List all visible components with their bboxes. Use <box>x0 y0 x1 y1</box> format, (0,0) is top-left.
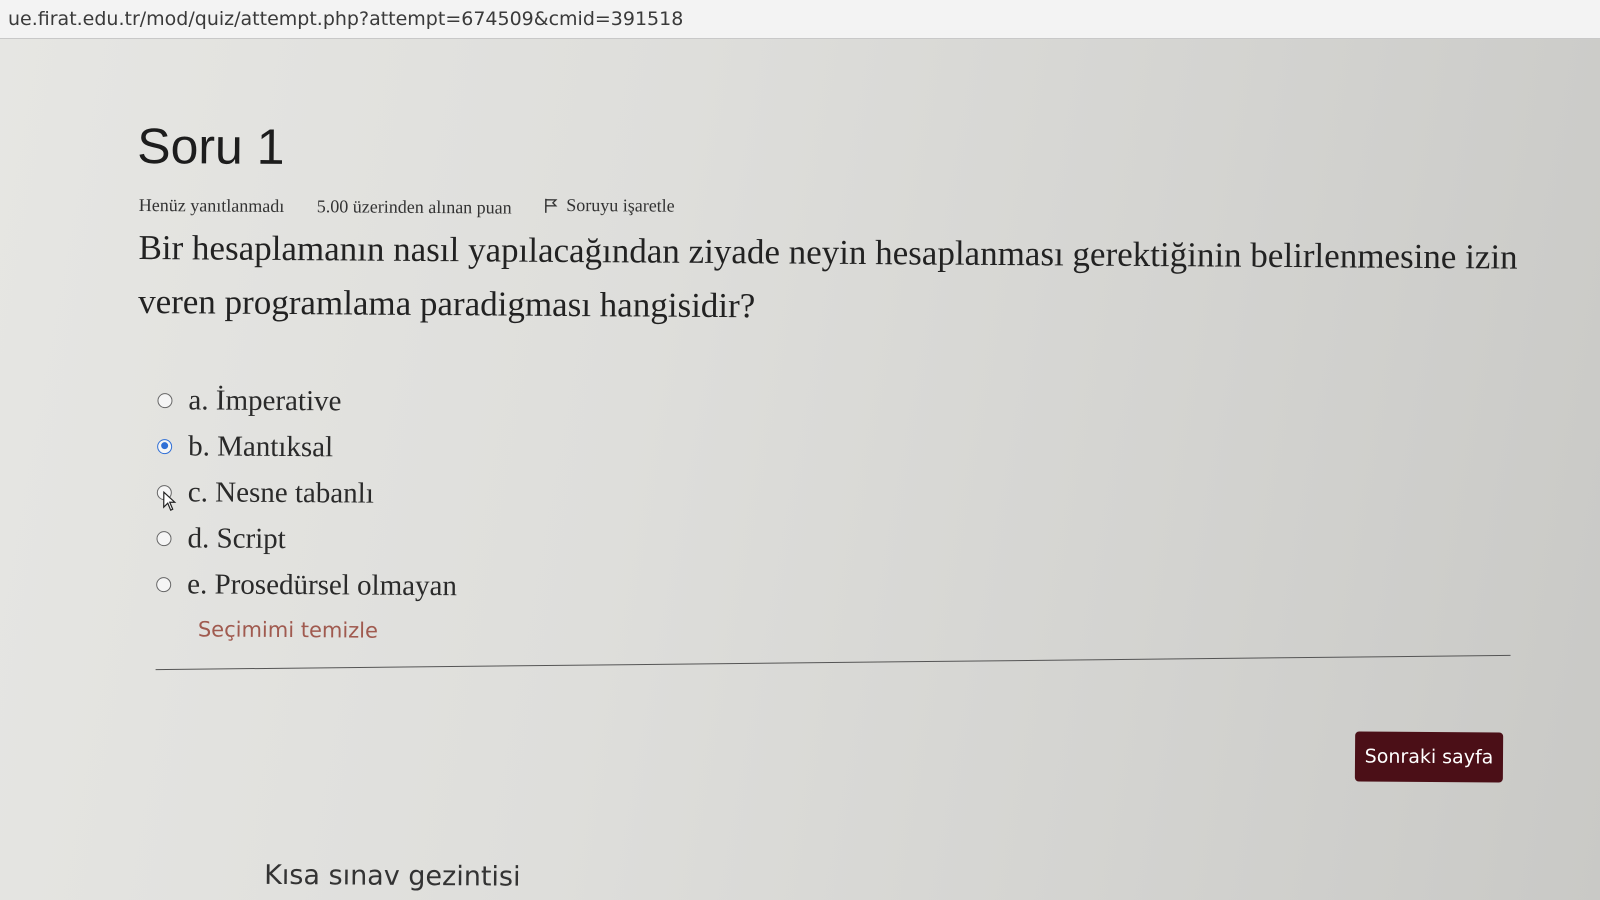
clear-choice-link[interactable]: Seçimimi temizle <box>198 617 378 642</box>
screen: ue.firat.edu.tr/mod/quiz/attempt.php?att… <box>0 0 1600 900</box>
answer-label-e[interactable]: e. Prosedürsel olmayan <box>187 568 457 603</box>
answer-label-b[interactable]: b. Mantıksal <box>188 430 333 464</box>
answer-label-a[interactable]: a. İmperative <box>188 384 341 418</box>
flag-question-label: Soruyu işaretle <box>566 194 675 216</box>
question-info: Henüz yanıtlanmadı 5.00 üzerinden alınan… <box>139 192 731 220</box>
address-bar[interactable]: ue.firat.edu.tr/mod/quiz/attempt.php?att… <box>0 0 1600 39</box>
answer-list: a. İmperative b. Mantıksal c. Nesne taba… <box>156 377 458 609</box>
quiz-navigation-title: Kısa sınav gezintisi <box>264 859 521 893</box>
next-page-button[interactable]: Sonraki sayfa <box>1354 731 1504 783</box>
radio-b[interactable] <box>157 438 173 454</box>
question-grade: 5.00 üzerinden alınan puan <box>316 195 512 218</box>
answer-label-d[interactable]: d. Script <box>187 522 286 556</box>
radio-e[interactable] <box>156 576 172 592</box>
answer-option-e[interactable]: e. Prosedürsel olmayan <box>156 561 457 609</box>
question-text: Bir hesaplamanın nasıl yapılacağından zi… <box>138 227 1518 326</box>
answer-option-a[interactable]: a. İmperative <box>157 377 458 425</box>
url-text[interactable]: ue.firat.edu.tr/mod/quiz/attempt.php?att… <box>8 8 683 30</box>
radio-d[interactable] <box>156 530 172 546</box>
question-title: Soru 1 <box>137 117 285 175</box>
answer-label-c[interactable]: c. Nesne tabanlı <box>188 476 374 510</box>
question-status: Henüz yanıtlanmadı <box>138 194 285 216</box>
quiz-content: Soru 1 Henüz yanıtlanmadı 5.00 üzerinden… <box>0 38 1600 900</box>
radio-a[interactable] <box>157 392 173 408</box>
answer-option-c[interactable]: c. Nesne tabanlı <box>156 469 458 517</box>
mouse-pointer-icon <box>163 491 177 512</box>
divider <box>155 654 1511 671</box>
answer-option-b[interactable]: b. Mantıksal <box>157 423 458 471</box>
flag-question-link[interactable]: Soruyu işaretle <box>544 195 703 217</box>
answer-option-d[interactable]: d. Script <box>156 515 457 563</box>
flag-icon <box>545 198 558 213</box>
